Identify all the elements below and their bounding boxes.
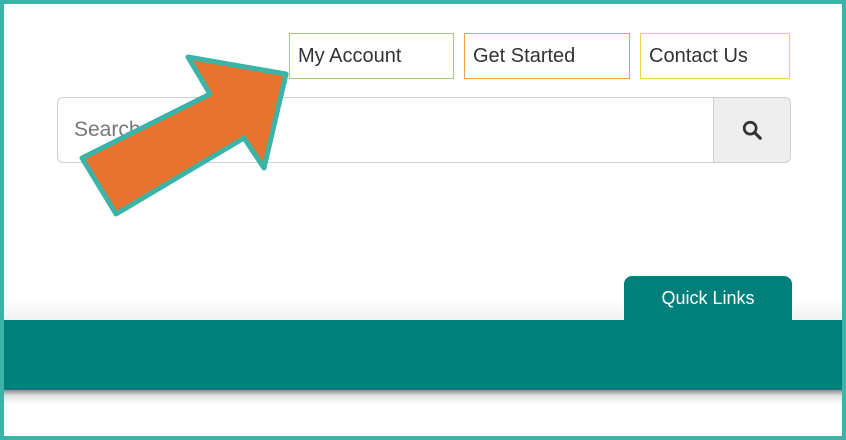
search-button[interactable] — [713, 97, 791, 163]
nav-bar-shadow — [4, 390, 842, 404]
main-nav-bar — [4, 320, 842, 390]
search-input[interactable] — [57, 97, 713, 163]
quick-links-tab[interactable]: Quick Links — [624, 276, 792, 320]
search-icon — [742, 120, 762, 140]
contact-us-link[interactable]: Contact Us — [640, 33, 790, 79]
my-account-link[interactable]: My Account — [289, 33, 454, 79]
search-bar — [57, 97, 791, 163]
screenshot-frame: My Account Get Started Contact Us Quick … — [0, 0, 846, 440]
quick-links-label: Quick Links — [661, 287, 755, 308]
utility-nav: My Account Get Started Contact Us — [289, 33, 790, 79]
get-started-link[interactable]: Get Started — [464, 33, 630, 79]
